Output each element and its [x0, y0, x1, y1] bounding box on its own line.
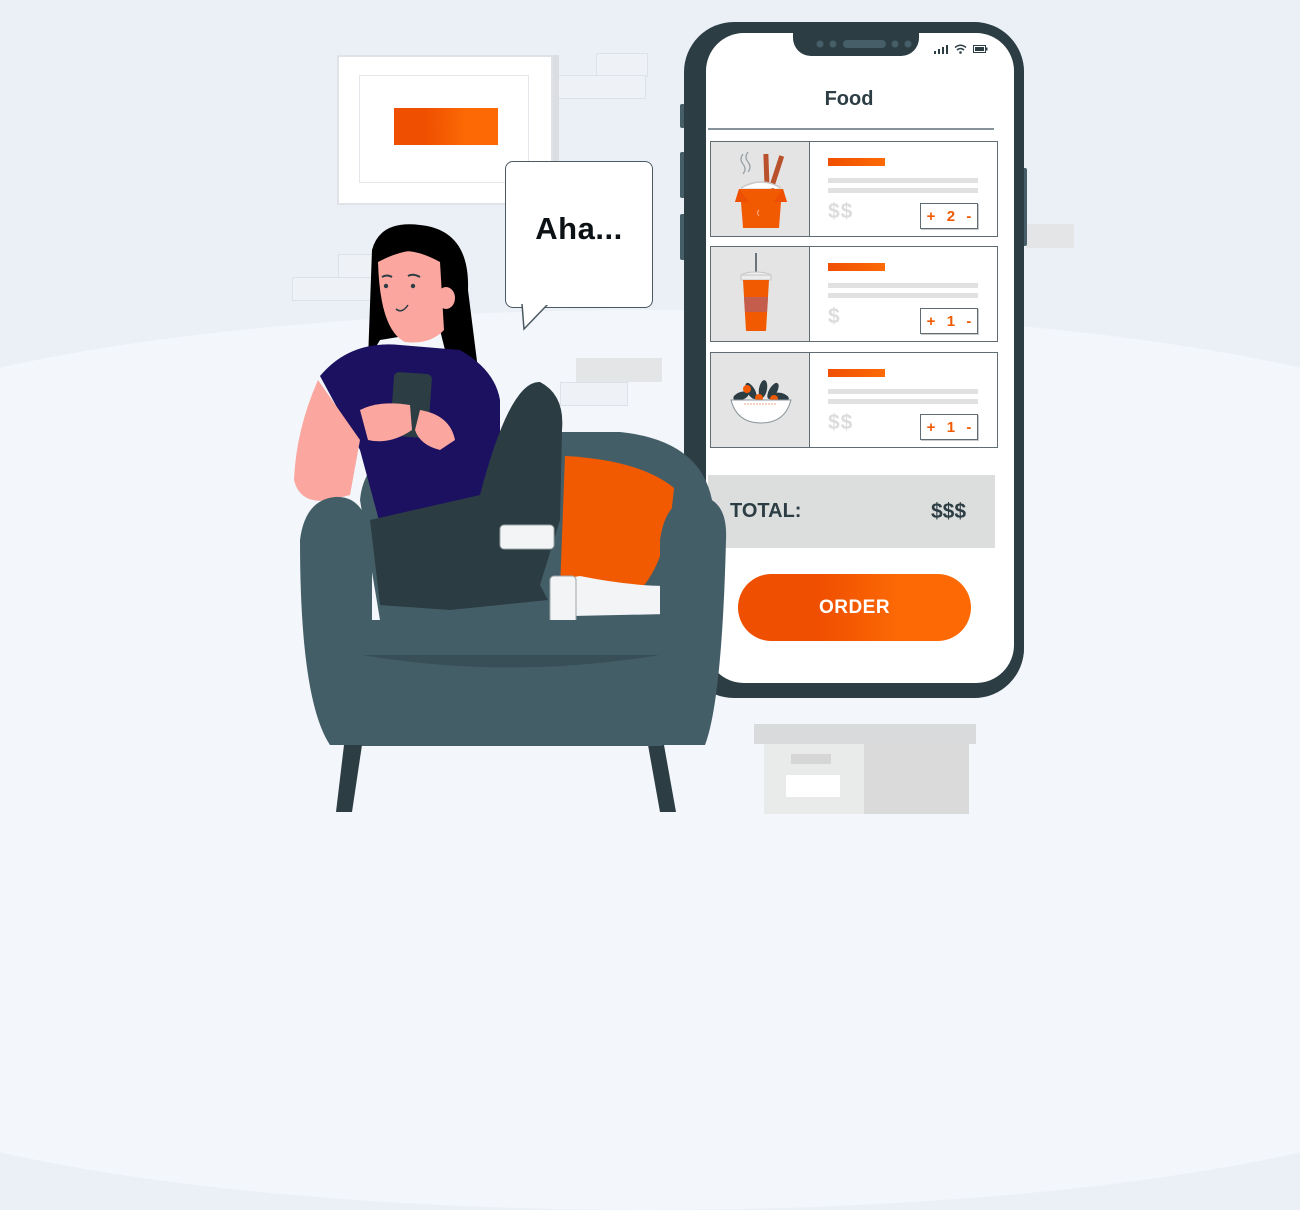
- chair-leg: [648, 745, 676, 812]
- armchair-left-arm: [300, 496, 372, 745]
- chair-leg: [336, 745, 362, 812]
- sock: [549, 575, 577, 627]
- eye: [410, 283, 416, 289]
- sock: [499, 524, 555, 550]
- armchair-seat: [362, 620, 662, 746]
- eye: [383, 283, 389, 289]
- armchair-right-arm: [660, 496, 727, 745]
- ear: [437, 287, 455, 309]
- woman-armchair-illustration: [294, 224, 727, 812]
